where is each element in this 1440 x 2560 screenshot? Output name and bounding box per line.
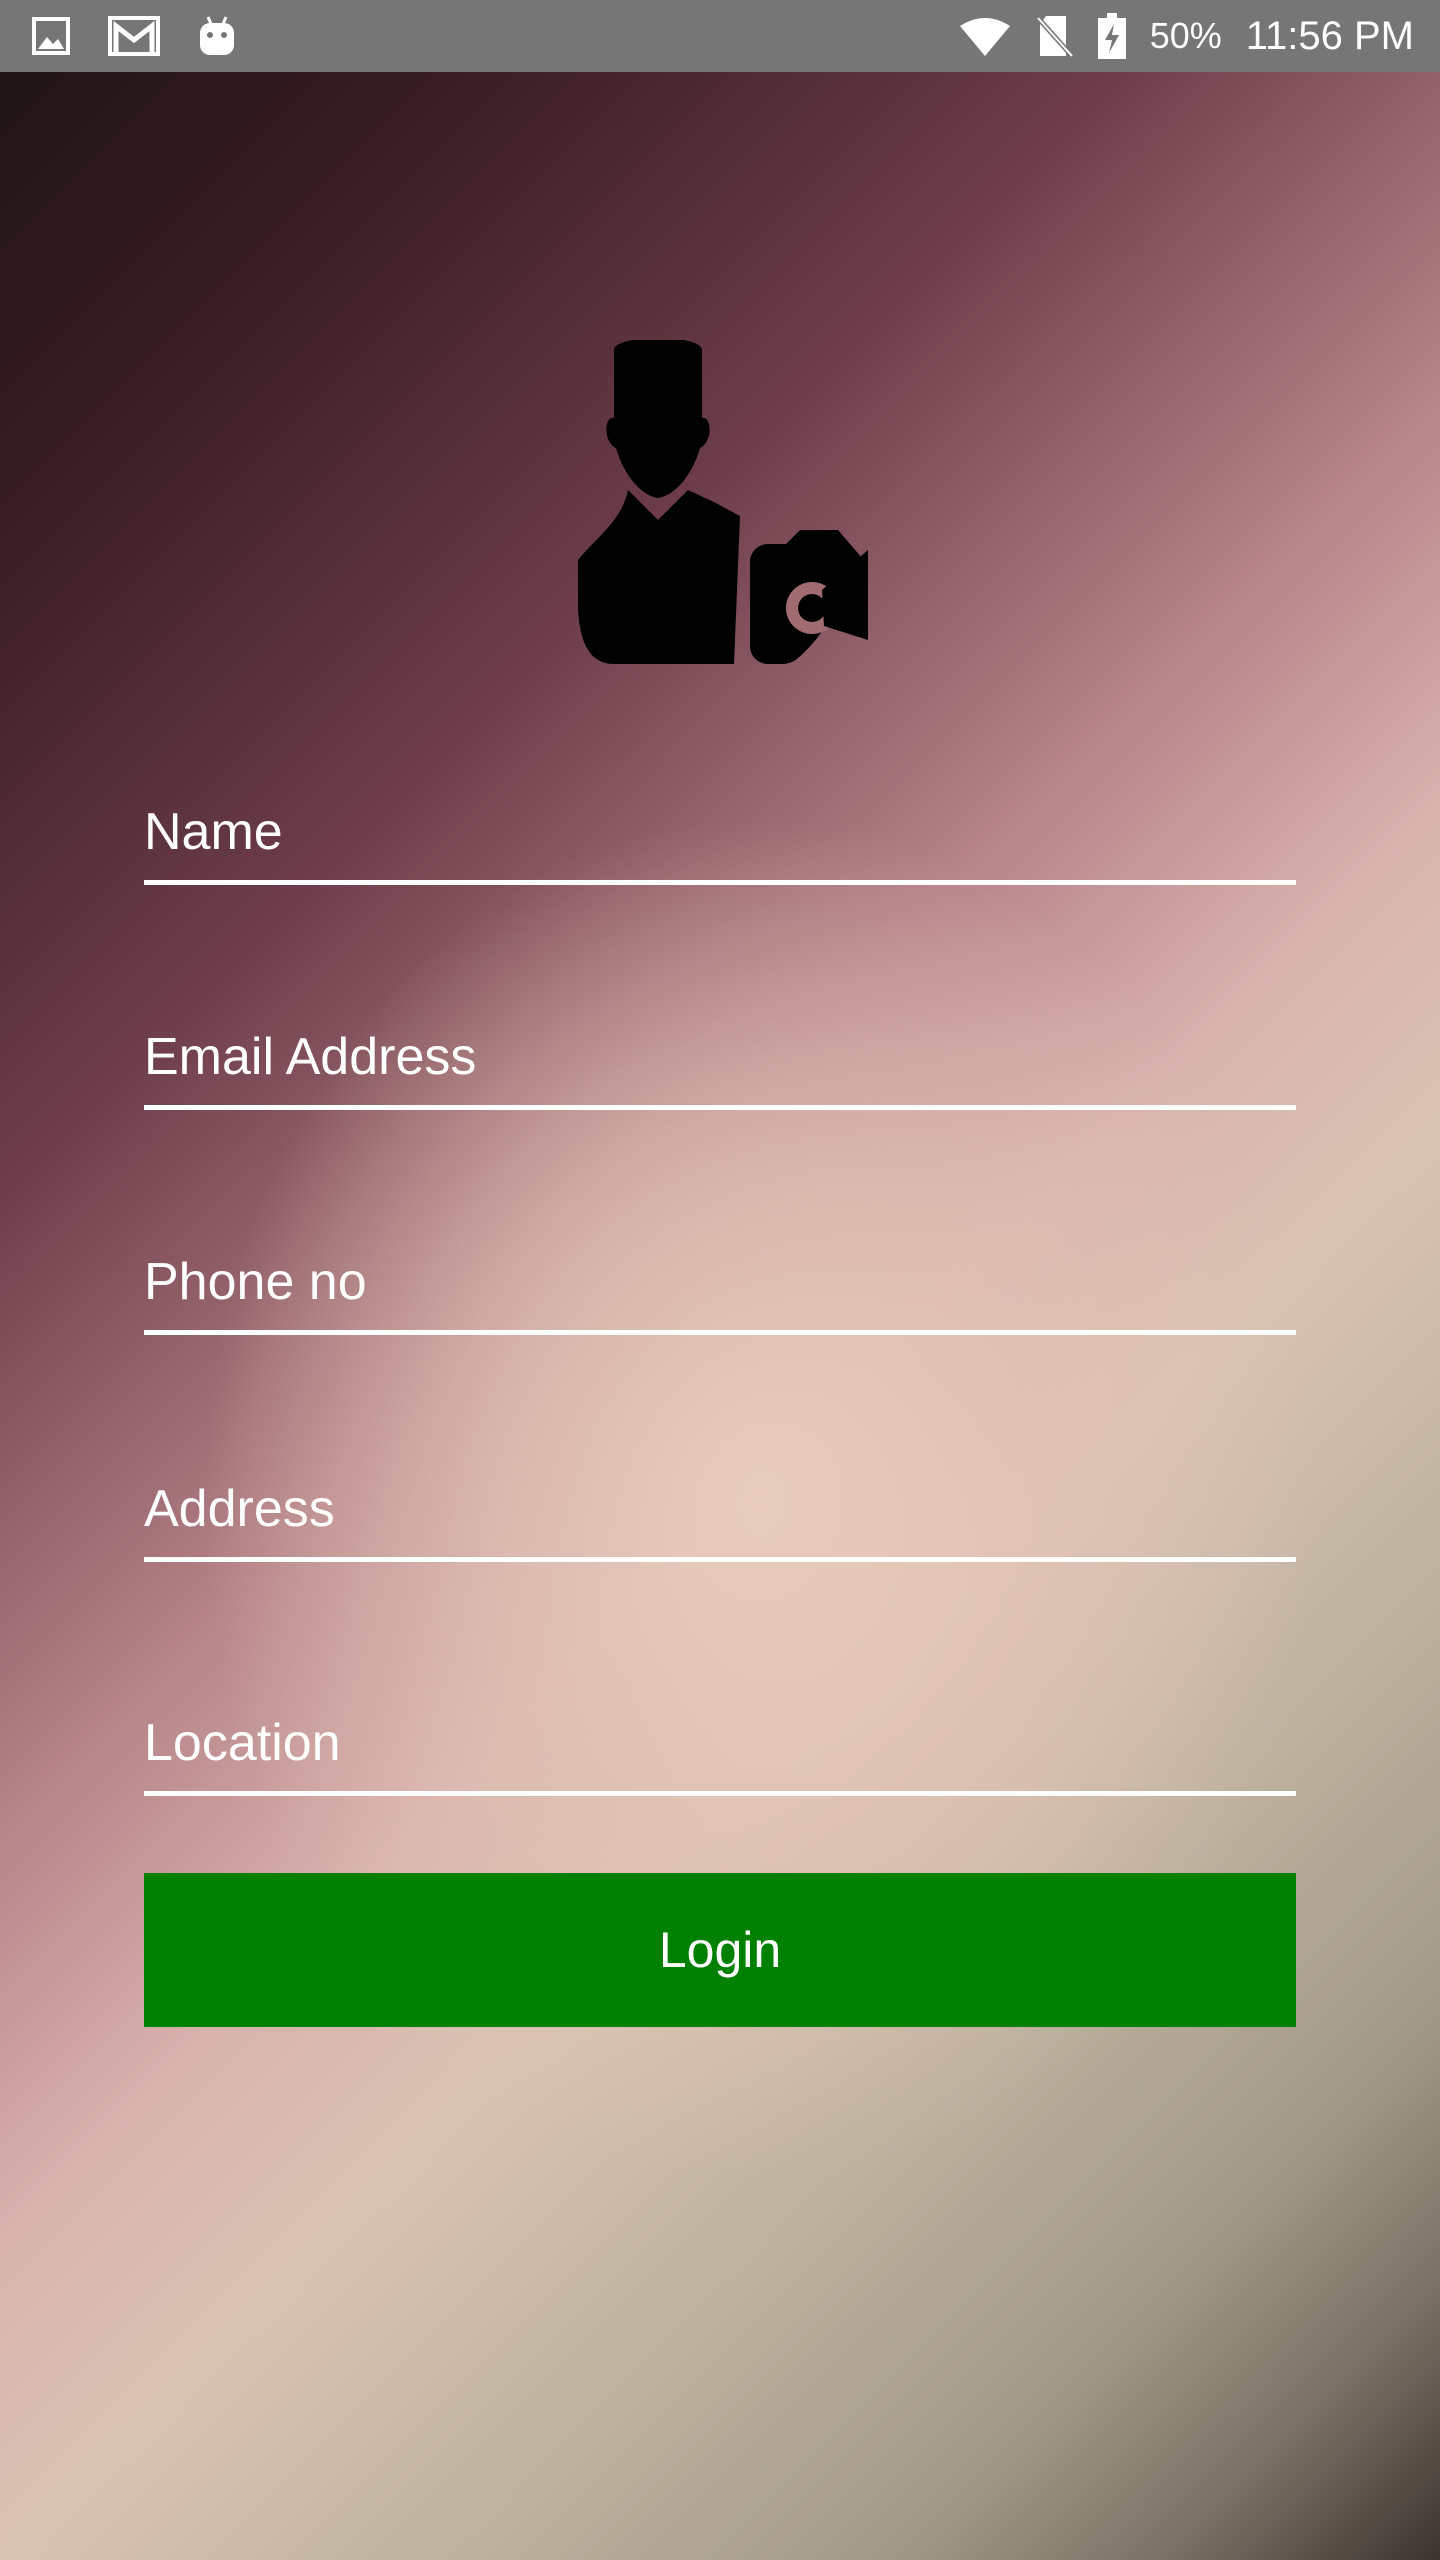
user-camera-icon[interactable] bbox=[568, 338, 868, 680]
phone-field[interactable] bbox=[144, 1225, 1296, 1335]
address-input[interactable] bbox=[144, 1479, 1296, 1539]
no-sim-icon bbox=[1035, 14, 1074, 58]
android-icon bbox=[198, 15, 236, 57]
location-field[interactable] bbox=[144, 1686, 1296, 1796]
status-bar: 50% 11:56 PM bbox=[0, 0, 1440, 72]
location-input[interactable] bbox=[144, 1713, 1296, 1773]
login-screen: 50% 11:56 PM Login bbox=[0, 0, 1440, 2560]
email-input[interactable] bbox=[144, 1027, 1296, 1087]
battery-percent: 50% bbox=[1149, 15, 1222, 56]
wifi-icon bbox=[958, 16, 1012, 56]
name-field[interactable] bbox=[144, 775, 1296, 885]
clock: 11:56 PM bbox=[1245, 13, 1414, 58]
address-field[interactable] bbox=[144, 1452, 1296, 1562]
email-field[interactable] bbox=[144, 1000, 1296, 1110]
image-icon bbox=[32, 17, 70, 55]
name-input[interactable] bbox=[144, 802, 1296, 862]
gmail-icon bbox=[108, 16, 160, 56]
battery-charging-icon bbox=[1097, 13, 1126, 59]
login-button[interactable]: Login bbox=[144, 1873, 1296, 2027]
system-indicators: 50% 11:56 PM bbox=[958, 0, 1414, 72]
phone-input[interactable] bbox=[144, 1252, 1296, 1312]
notification-icons bbox=[32, 0, 236, 72]
